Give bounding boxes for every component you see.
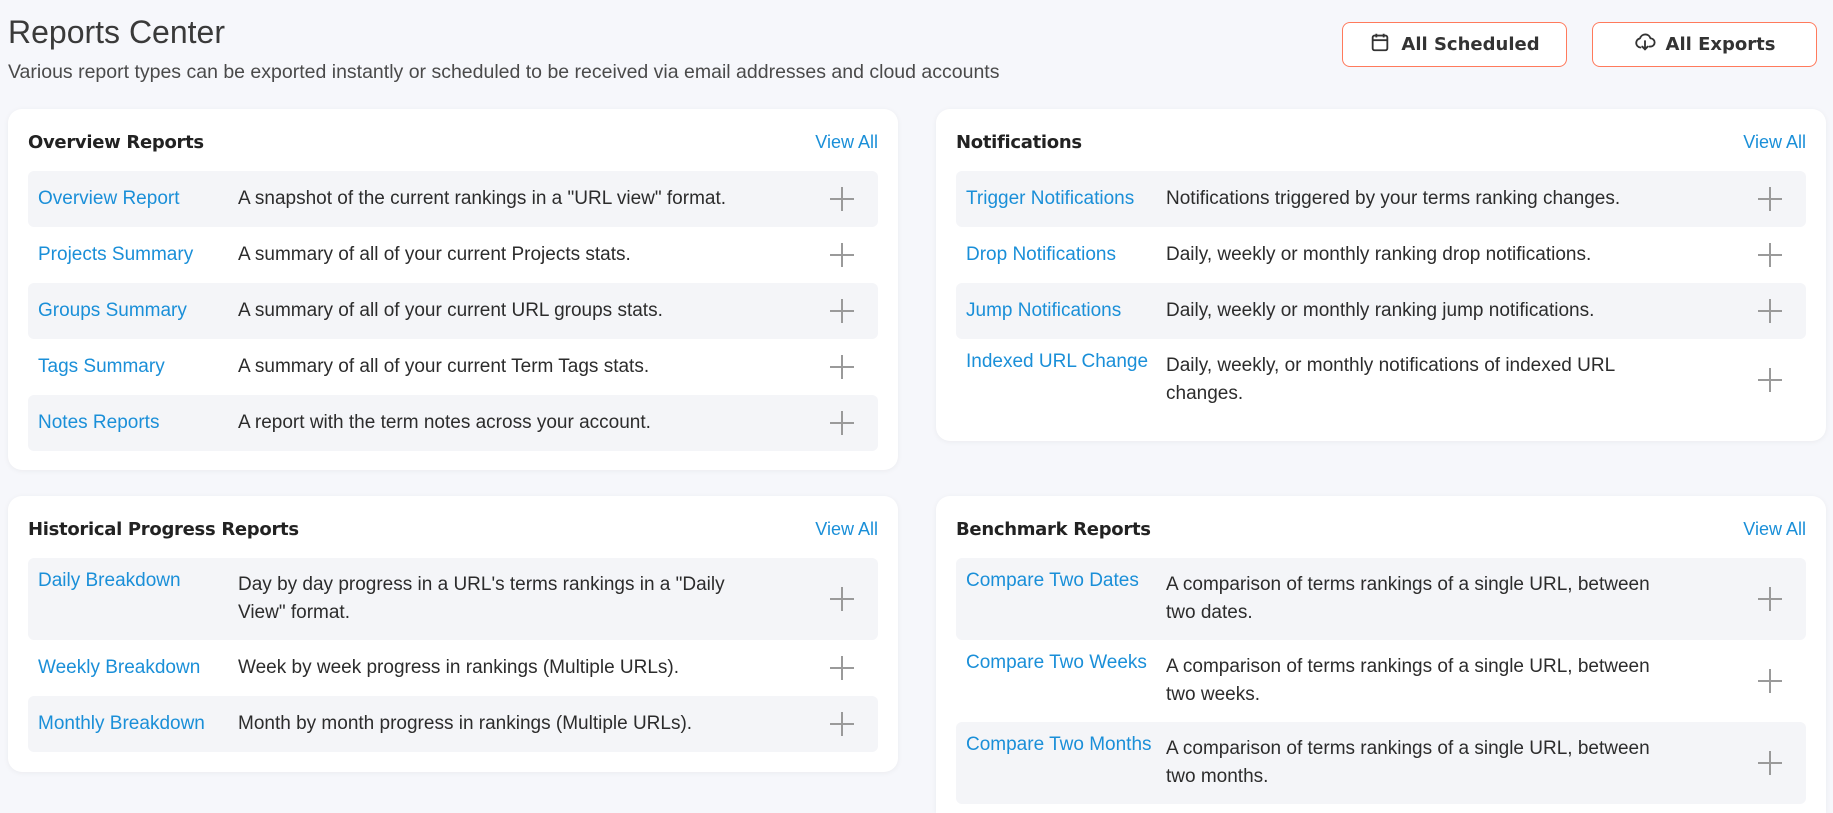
- notifications-card: Notifications View All Trigger Notificat…: [936, 109, 1826, 441]
- report-row: Compare Two Weeks A comparison of terms …: [956, 640, 1806, 722]
- report-row: Drop Notifications Daily, weekly or mont…: [956, 227, 1806, 283]
- report-description: A comparison of terms rankings of a sing…: [1166, 656, 1650, 705]
- report-row: Notes Reports A report with the term not…: [28, 395, 878, 451]
- report-name-link[interactable]: Indexed URL Change: [966, 351, 1166, 373]
- cloud-download-icon: [1634, 31, 1656, 58]
- report-row: Indexed URL Change Daily, weekly, or mon…: [956, 339, 1806, 421]
- report-name-link[interactable]: Compare Two Dates: [966, 570, 1166, 592]
- view-all-link[interactable]: View All: [1743, 519, 1806, 540]
- add-icon[interactable]: [1756, 366, 1784, 394]
- card-title: Notifications: [956, 131, 1082, 153]
- report-description: A comparison of terms rankings of a sing…: [1166, 574, 1650, 623]
- card-title: Benchmark Reports: [956, 518, 1151, 540]
- add-icon[interactable]: [828, 353, 856, 381]
- view-all-link[interactable]: View All: [1743, 132, 1806, 153]
- report-description: A report with the term notes across your…: [238, 412, 651, 433]
- add-icon[interactable]: [1756, 297, 1784, 325]
- add-icon[interactable]: [1756, 667, 1784, 695]
- report-description: A summary of all of your current Project…: [238, 244, 631, 265]
- report-row: Overview Report A snapshot of the curren…: [28, 171, 878, 227]
- report-description: Day by day progress in a URL's terms ran…: [238, 574, 725, 623]
- report-name-link[interactable]: Monthly Breakdown: [38, 713, 238, 735]
- report-description: Notifications triggered by your terms ra…: [1166, 188, 1621, 209]
- report-row: Weekly Breakdown Week by week progress i…: [28, 640, 878, 696]
- add-icon[interactable]: [828, 297, 856, 325]
- report-name-link[interactable]: Weekly Breakdown: [38, 657, 238, 679]
- add-icon[interactable]: [1756, 749, 1784, 777]
- header-actions: All Scheduled All Exports: [1342, 22, 1817, 67]
- calendar-icon: [1369, 31, 1391, 58]
- report-description: A summary of all of your current Term Ta…: [238, 356, 650, 377]
- overview-reports-card: Overview Reports View All Overview Repor…: [8, 109, 898, 470]
- add-icon[interactable]: [828, 585, 856, 613]
- page-header: Reports Center Various report types can …: [8, 14, 1817, 94]
- report-row: Trigger Notifications Notifications trig…: [956, 171, 1806, 227]
- add-icon[interactable]: [828, 185, 856, 213]
- report-row: Monthly Breakdown Month by month progres…: [28, 696, 878, 752]
- report-row: Compare Two Dates A comparison of terms …: [956, 558, 1806, 640]
- view-all-link[interactable]: View All: [815, 132, 878, 153]
- all-exports-button[interactable]: All Exports: [1592, 22, 1817, 67]
- report-name-link[interactable]: Drop Notifications: [966, 244, 1166, 266]
- report-row: Groups Summary A summary of all of your …: [28, 283, 878, 339]
- report-row: Tags Summary A summary of all of your cu…: [28, 339, 878, 395]
- report-name-link[interactable]: Compare Two Months: [966, 734, 1166, 756]
- report-row: Jump Notifications Daily, weekly or mont…: [956, 283, 1806, 339]
- add-icon[interactable]: [1756, 185, 1784, 213]
- add-icon[interactable]: [828, 241, 856, 269]
- report-row: Projects Summary A summary of all of you…: [28, 227, 878, 283]
- report-name-link[interactable]: Jump Notifications: [966, 300, 1166, 322]
- report-name-link[interactable]: Tags Summary: [38, 356, 238, 378]
- historical-progress-card: Historical Progress Reports View All Dai…: [8, 496, 898, 772]
- report-name-link[interactable]: Groups Summary: [38, 300, 238, 322]
- report-name-link[interactable]: Overview Report: [38, 188, 238, 210]
- report-name-link[interactable]: Compare Two Weeks: [966, 652, 1166, 674]
- report-description: A snapshot of the current rankings in a …: [238, 188, 727, 209]
- report-description: Daily, weekly, or monthly notifications …: [1166, 355, 1615, 404]
- add-icon[interactable]: [828, 710, 856, 738]
- report-name-link[interactable]: Trigger Notifications: [966, 188, 1166, 210]
- add-icon[interactable]: [828, 409, 856, 437]
- report-description: Month by month progress in rankings (Mul…: [238, 713, 693, 734]
- report-row: Daily Breakdown Day by day progress in a…: [28, 558, 878, 640]
- add-icon[interactable]: [1756, 585, 1784, 613]
- all-scheduled-label: All Scheduled: [1401, 34, 1540, 55]
- add-icon[interactable]: [1756, 241, 1784, 269]
- report-name-link[interactable]: Notes Reports: [38, 412, 238, 434]
- report-name-link[interactable]: Projects Summary: [38, 244, 238, 266]
- card-title: Overview Reports: [28, 131, 204, 153]
- all-exports-label: All Exports: [1665, 34, 1776, 55]
- view-all-link[interactable]: View All: [815, 519, 878, 540]
- report-description: A comparison of terms rankings of a sing…: [1166, 738, 1650, 787]
- all-scheduled-button[interactable]: All Scheduled: [1342, 22, 1567, 67]
- report-name-link[interactable]: Daily Breakdown: [38, 570, 238, 592]
- report-description: Daily, weekly or monthly ranking jump no…: [1166, 300, 1595, 321]
- report-description: Week by week progress in rankings (Multi…: [238, 657, 680, 678]
- benchmark-reports-card: Benchmark Reports View All Compare Two D…: [936, 496, 1826, 813]
- report-description: Daily, weekly or monthly ranking drop no…: [1166, 244, 1592, 265]
- report-row: Compare Two Months A comparison of terms…: [956, 722, 1806, 804]
- add-icon[interactable]: [828, 654, 856, 682]
- card-title: Historical Progress Reports: [28, 518, 299, 540]
- report-description: A summary of all of your current URL gro…: [238, 300, 663, 321]
